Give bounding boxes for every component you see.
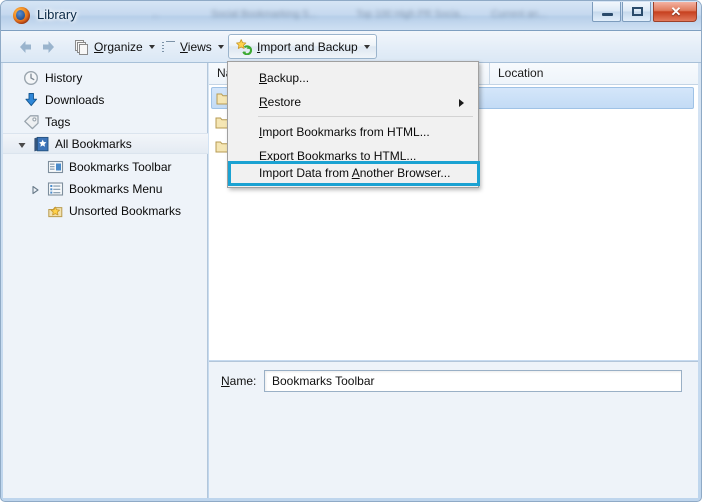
sidebar-item-history[interactable]: History [23,67,82,88]
firefox-icon [13,7,30,24]
menu-item-import-bookmarks-from-html[interactable]: Import Bookmarks from HTML... [228,120,478,144]
blurred-text: Top 100 High PR Socia... [356,9,468,20]
toolbar: Organize Views Import and Backup [1,31,701,88]
sidebar-item-label: Tags [45,114,71,129]
views-list-icon [162,40,176,54]
title-bar: ... Social Bookmarking S... Top 100 High… [1,1,701,31]
name-field[interactable]: Bookmarks Toolbar [264,370,682,392]
blurred-text: ... [151,9,160,20]
sidebar: History Downloads Tags All Bookmarks Boo… [3,63,208,498]
minimize-icon [602,13,613,16]
sidebar-item-label: Bookmarks Toolbar [69,159,172,174]
chevron-down-icon [363,44,370,49]
unsorted-star-icon [47,203,64,219]
organize-pages-icon [75,39,90,55]
blurred-text: Current an... [491,9,547,20]
import-backup-star-sync-icon [235,38,253,55]
sidebar-item-label: All Bookmarks [55,136,132,151]
window-title: Library [37,7,77,22]
tag-icon [23,114,40,130]
back-button[interactable] [18,40,33,54]
blurred-text: Social Bookmarking S... [211,9,318,20]
chevron-down-icon [217,45,224,49]
bookmarks-book-icon [33,136,50,152]
menu-separator [258,116,473,117]
twisty-expanded-icon[interactable] [17,139,27,149]
sidebar-item-bookmarks-toolbar[interactable]: Bookmarks Toolbar [47,156,172,177]
sidebar-item-downloads[interactable]: Downloads [23,89,104,110]
sidebar-item-label: Unsorted Bookmarks [69,203,182,218]
twisty-collapsed-icon[interactable] [30,184,40,195]
import-and-backup-button[interactable]: Import and Backup [228,34,377,59]
sidebar-item-label: History [45,70,83,85]
library-window: ... Social Bookmarking S... Top 100 High… [0,0,702,502]
organize-label: Organize [94,40,143,54]
chevron-down-icon [148,45,155,49]
column-header-location[interactable]: Location [490,63,698,84]
menu-item-import-data-from-another-browser[interactable]: Import Data from Another Browser... [228,161,480,186]
close-button[interactable]: ✕ [653,2,697,22]
import-and-backup-label: Import and Backup [257,39,358,54]
minimize-button[interactable] [592,2,621,22]
name-input-value[interactable]: Bookmarks Toolbar [272,374,375,388]
menu-item-label: Import Data from Another Browser... [259,166,451,180]
menu-item-backup[interactable]: Backup... [228,66,478,90]
menu-item-restore[interactable]: Restore [228,90,478,114]
download-arrow-icon [23,92,40,108]
maximize-icon [632,7,643,16]
views-label: Views [180,40,212,54]
sidebar-item-label: Downloads [45,92,105,107]
bookmarks-toolbar-icon [47,159,64,175]
detail-pane: Name: Bookmarks Toolbar [209,361,698,498]
forward-button[interactable] [41,40,56,54]
views-button[interactable]: Views [156,35,230,59]
close-icon: ✕ [670,4,682,19]
forward-arrow-icon [43,41,54,53]
organize-button[interactable]: Organize [69,35,161,59]
sidebar-item-label: Bookmarks Menu [69,181,163,196]
sidebar-item-tags[interactable]: Tags [23,111,70,132]
bookmarks-menu-icon [47,181,64,197]
name-label: Name: [221,374,257,388]
sidebar-item-all-bookmarks[interactable]: All Bookmarks [3,133,208,154]
submenu-arrow-icon [459,99,464,107]
clock-icon [23,70,40,86]
titlebar-blurred-background: ... Social Bookmarking S... Top 100 High… [151,5,581,29]
sidebar-item-bookmarks-menu[interactable]: Bookmarks Menu [32,178,163,199]
maximize-button[interactable] [622,2,651,22]
sidebar-item-unsorted-bookmarks[interactable]: Unsorted Bookmarks [47,200,181,221]
back-arrow-icon [20,41,31,53]
